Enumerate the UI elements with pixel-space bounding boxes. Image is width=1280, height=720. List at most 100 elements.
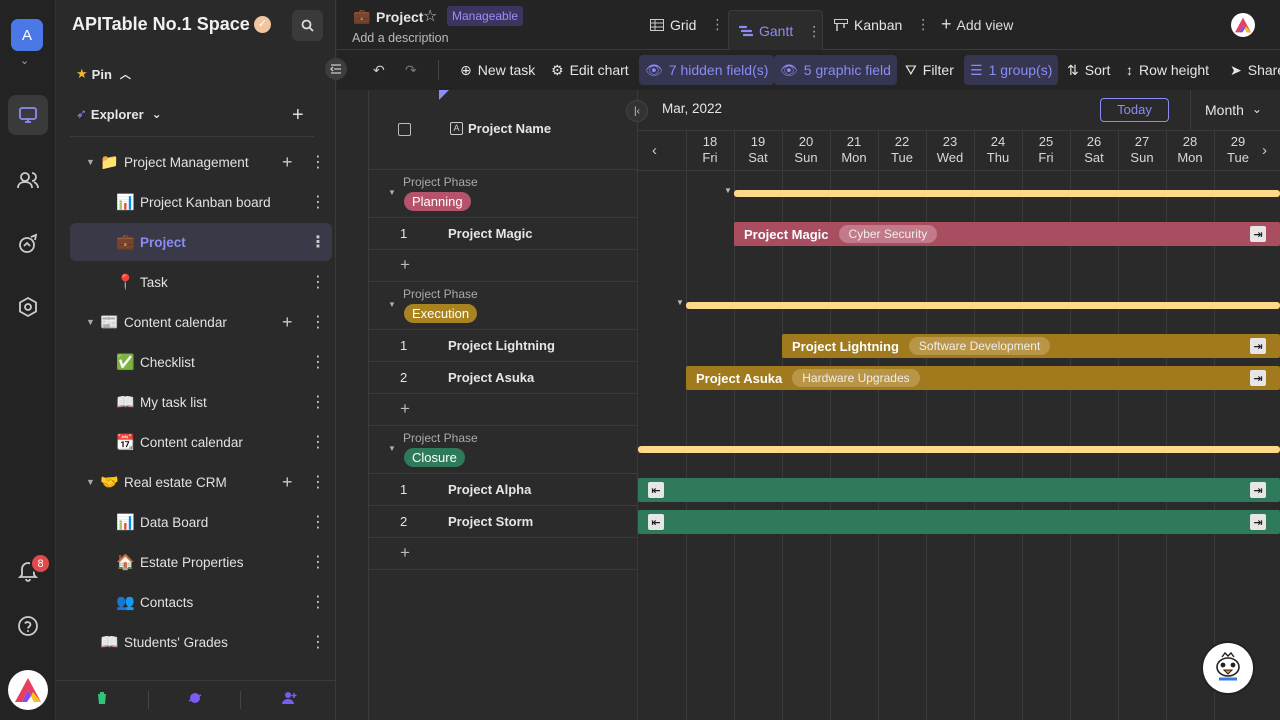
user-avatar[interactable] [8, 670, 48, 710]
trash-icon[interactable] [96, 691, 108, 708]
tab-gantt[interactable]: Gantt ⋮ [728, 10, 823, 51]
caret-down-icon[interactable]: ▼ [388, 300, 396, 309]
space-avatar[interactable]: A [11, 19, 43, 51]
collapse-grid-icon[interactable]: |‹ [626, 100, 648, 122]
arrow-right-icon[interactable]: ⇥ [1250, 226, 1266, 242]
more-icon[interactable]: ⋮ [310, 472, 326, 492]
sidebar-node[interactable]: 📊 Data Board ⋮ [70, 503, 332, 541]
templates-icon[interactable] [8, 224, 48, 264]
settings-icon[interactable] [8, 287, 48, 327]
more-icon[interactable]: ⋮ [310, 232, 326, 252]
hidden-fields-button[interactable]: 👁 7 hidden field(s) [639, 55, 775, 85]
gantt-task-bar[interactable]: Project Asuka Hardware Upgrades [686, 366, 1280, 390]
add-record-row[interactable]: + [369, 250, 638, 282]
datasheet-title[interactable]: Project [376, 9, 423, 25]
caret-down-icon[interactable]: ▼ [388, 444, 396, 453]
add-record-row[interactable]: + [369, 394, 638, 426]
today-button[interactable]: Today [1100, 98, 1169, 122]
sidebar-node[interactable]: 📆 Content calendar ⋮ [70, 423, 332, 461]
chevron-down-icon[interactable]: ⌄ [20, 54, 29, 67]
collapse-sidebar-button[interactable] [325, 58, 347, 80]
group-header-row[interactable]: ▼ Project Phase Closure [369, 426, 638, 474]
search-button[interactable] [292, 10, 323, 41]
sidebar-node[interactable]: 📖 My task list ⋮ [70, 383, 332, 421]
name-column-header[interactable]: Project Name [468, 121, 551, 136]
more-icon[interactable]: ⋮ [310, 432, 326, 452]
edit-chart-button[interactable]: ⚙ Edit chart [545, 55, 635, 85]
gantt-task-bar[interactable]: Project Magic Cyber Security [734, 222, 1280, 246]
gantt-task-bar[interactable] [638, 510, 1280, 534]
add-node-button[interactable]: + [292, 104, 304, 127]
share-button[interactable]: ➤ Share [1224, 55, 1280, 85]
help-icon[interactable] [8, 606, 48, 646]
add-child-button[interactable]: + [282, 312, 293, 333]
explorer-section[interactable]: ➶ Explorer ⌄ [76, 106, 162, 122]
sidebar-node[interactable]: ▼ 📰 Content calendar + ⋮ [70, 303, 332, 341]
caret-down-icon[interactable]: ▼ [86, 477, 95, 487]
undo-icon[interactable]: ↶ [367, 55, 391, 85]
arrow-left-icon[interactable]: ⇤ [648, 482, 664, 498]
add-record-row[interactable]: + [369, 538, 638, 570]
group-button[interactable]: ☰ 1 group(s) [964, 55, 1059, 85]
scroll-right-icon[interactable]: › [1262, 142, 1267, 159]
arrow-right-icon[interactable]: ⇥ [1250, 482, 1266, 498]
caret-down-icon[interactable]: ▼ [86, 157, 95, 167]
tab-more-icon[interactable]: ⋮ [916, 16, 930, 33]
project-name-cell[interactable]: Project Lightning [448, 338, 555, 353]
more-icon[interactable]: ⋮ [310, 632, 326, 652]
select-all-checkbox[interactable] [398, 123, 411, 136]
more-icon[interactable]: ⋮ [310, 192, 326, 212]
sidebar-node[interactable]: 📊 Project Kanban board ⋮ [70, 183, 332, 221]
caret-down-icon[interactable]: ▼ [388, 188, 396, 197]
sidebar-node[interactable]: 📍 Task ⋮ [70, 263, 332, 301]
tab-more-icon[interactable]: ⋮ [807, 23, 821, 40]
arrow-right-icon[interactable]: ⇥ [1250, 370, 1266, 386]
more-icon[interactable]: ⋮ [310, 312, 326, 332]
templates-footer-icon[interactable] [188, 691, 202, 708]
more-icon[interactable]: ⋮ [310, 392, 326, 412]
gantt-task-bar[interactable]: Project Lightning Software Development [782, 334, 1280, 358]
scroll-left-icon[interactable]: ‹ [652, 142, 657, 159]
arrow-left-icon[interactable]: ⇤ [648, 514, 664, 530]
workbench-icon[interactable] [8, 95, 48, 135]
caret-down-icon[interactable]: ▼ [676, 298, 684, 307]
redo-icon[interactable]: ↷ [399, 55, 423, 85]
table-row[interactable]: 1 Project Magic [369, 218, 638, 250]
invite-member-icon[interactable] [282, 691, 297, 708]
more-icon[interactable]: ⋮ [310, 592, 326, 612]
group-header-row[interactable]: ▼ Project Phase Execution [369, 282, 638, 330]
caret-down-icon[interactable]: ▼ [724, 186, 732, 195]
filter-button[interactable]: ⛛ Filter [899, 55, 960, 85]
more-icon[interactable]: ⋮ [310, 272, 326, 292]
new-task-button[interactable]: ⊕ New task [454, 55, 541, 85]
arrow-right-icon[interactable]: ⇥ [1250, 514, 1266, 530]
assistant-bot-icon[interactable] [1203, 643, 1253, 693]
tab-kanban[interactable]: Kanban ⋮ [834, 16, 930, 33]
sidebar-node[interactable]: ▼ 🤝 Real estate CRM + ⋮ [70, 463, 332, 501]
table-row[interactable]: 2 Project Storm [369, 506, 638, 538]
add-child-button[interactable]: + [282, 472, 293, 493]
more-icon[interactable]: ⋮ [310, 152, 326, 172]
add-view-button[interactable]: + Add view [941, 14, 1013, 35]
group-header-row[interactable]: ▼ Project Phase Planning [369, 170, 638, 218]
more-icon[interactable]: ⋮ [310, 552, 326, 572]
tab-grid[interactable]: Grid ⋮ [650, 16, 724, 33]
arrow-right-icon[interactable]: ⇥ [1250, 338, 1266, 354]
gantt-task-bar[interactable] [638, 478, 1280, 502]
description-field[interactable]: Add a description [352, 31, 449, 45]
caret-down-icon[interactable]: ▼ [86, 317, 95, 327]
sidebar-node[interactable]: 📖 Students' Grades ⋮ [70, 623, 332, 661]
project-name-cell[interactable]: Project Magic [448, 226, 533, 241]
tab-more-icon[interactable]: ⋮ [710, 16, 724, 33]
project-name-cell[interactable]: Project Asuka [448, 370, 534, 385]
sidebar-node[interactable]: ▼ 📁 Project Management + ⋮ [70, 143, 332, 181]
scale-select[interactable]: Month ⌄ [1205, 102, 1262, 118]
contacts-icon[interactable] [8, 160, 48, 200]
apitable-logo[interactable] [1231, 13, 1255, 37]
more-icon[interactable]: ⋮ [310, 352, 326, 372]
more-icon[interactable]: ⋮ [310, 512, 326, 532]
row-height-button[interactable]: ↕ Row height [1120, 55, 1215, 85]
sidebar-node[interactable]: 💼 Project ⋮ [70, 223, 332, 261]
sidebar-node[interactable]: ✅ Checklist ⋮ [70, 343, 332, 381]
sidebar-node[interactable]: 👥 Contacts ⋮ [70, 583, 332, 621]
